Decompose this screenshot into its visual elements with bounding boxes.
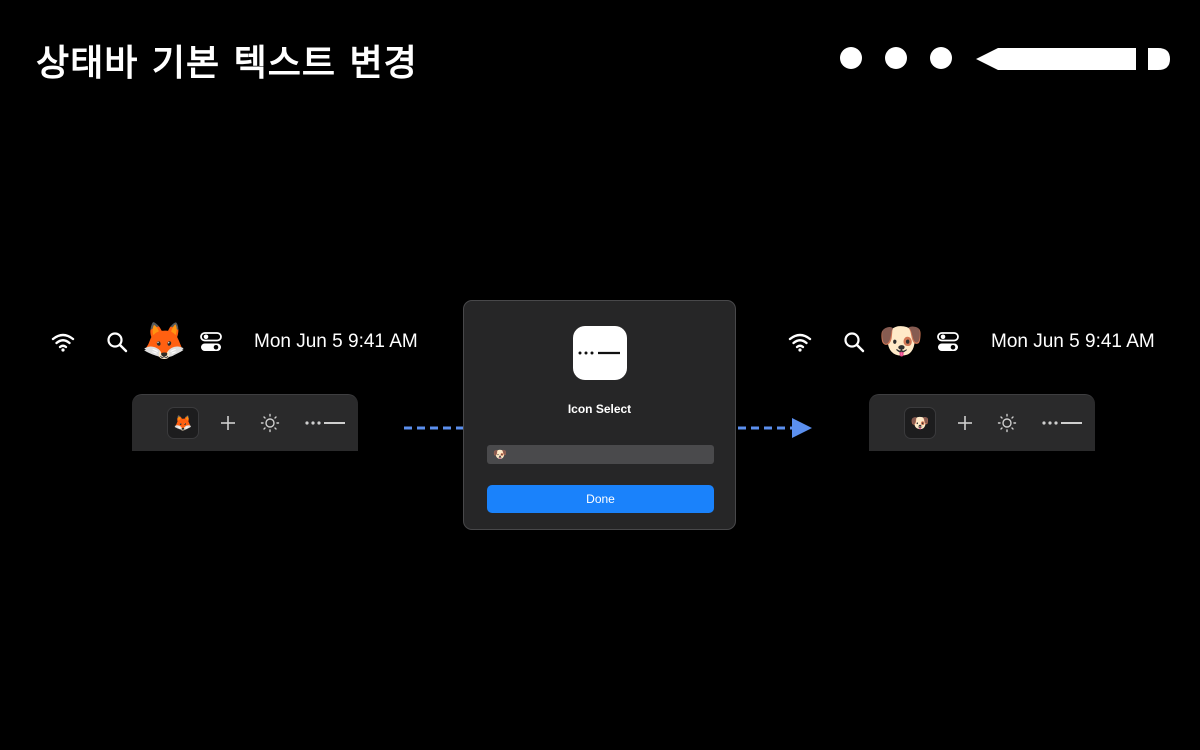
- menubar-before: 🦊 Mon Jun 5 9:41 AM: [48, 316, 453, 368]
- dots-line-icon[interactable]: [303, 407, 349, 439]
- page-title: 상태바 기본 텍스트 변경: [36, 43, 418, 84]
- pencil-icon: [976, 48, 1170, 70]
- dog-emoji-icon[interactable]: 🐶: [904, 407, 936, 439]
- dot-icon: [885, 47, 907, 69]
- status-panel-after: 🐶: [869, 394, 1095, 451]
- dashed-connector: [404, 426, 464, 430]
- dots-line-icon: [573, 326, 627, 380]
- wifi-icon[interactable]: [48, 332, 78, 352]
- dialog-title: Icon Select: [567, 402, 632, 416]
- arrow-right-icon: [738, 418, 812, 438]
- menubar-clock[interactable]: Mon Jun 5 9:41 AM: [254, 331, 418, 353]
- control-center-icon[interactable]: [935, 331, 961, 353]
- dot-icon: [840, 47, 862, 69]
- fox-emoji-icon[interactable]: 🦊: [142, 324, 187, 360]
- dot-icon: [930, 47, 952, 69]
- plus-icon[interactable]: [215, 407, 241, 439]
- search-icon[interactable]: [839, 331, 869, 353]
- icon-select-dialog: Icon Select Done: [463, 300, 736, 530]
- wifi-icon[interactable]: [785, 332, 815, 352]
- dots-line-icon[interactable]: [1040, 407, 1086, 439]
- plus-icon[interactable]: [952, 407, 978, 439]
- done-button[interactable]: Done: [487, 485, 714, 513]
- menubar-clock[interactable]: Mon Jun 5 9:41 AM: [991, 331, 1155, 353]
- control-center-icon[interactable]: [198, 331, 224, 353]
- search-icon[interactable]: [102, 331, 132, 353]
- status-panel-before: 🦊: [132, 394, 358, 451]
- brightness-icon[interactable]: [994, 407, 1020, 439]
- brightness-icon[interactable]: [257, 407, 283, 439]
- window-controls-decoration: [840, 46, 1170, 72]
- icon-input-field[interactable]: [487, 445, 714, 464]
- fox-emoji-icon[interactable]: 🦊: [167, 407, 199, 439]
- menubar-after: 🐶 Mon Jun 5 9:41 AM: [785, 316, 1190, 368]
- dog-emoji-icon[interactable]: 🐶: [879, 324, 924, 360]
